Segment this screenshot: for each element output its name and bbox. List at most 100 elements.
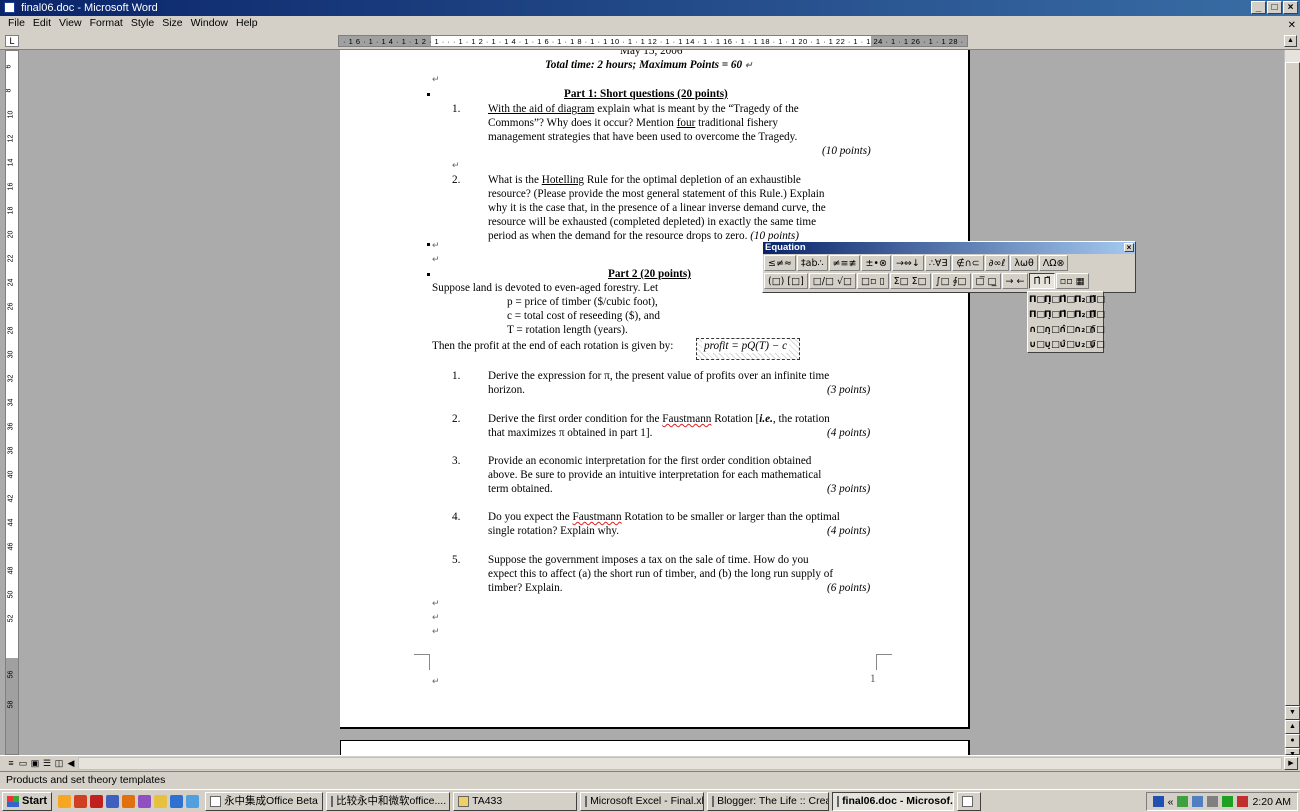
browser-icon[interactable]	[170, 794, 184, 808]
folder-icon[interactable]	[58, 794, 72, 808]
document-page[interactable]: May 15, 2006 Total time: 2 hours; Maximu…	[340, 50, 970, 729]
scroll-up-arrow-icon[interactable]: ▲	[1284, 35, 1297, 47]
union-template-cell[interactable]: ∪□	[1029, 338, 1045, 353]
spaces-ellipses-button[interactable]: ‡ab∴	[796, 255, 828, 271]
reading-view-icon[interactable]: ◫	[54, 758, 64, 769]
tray-expand-icon[interactable]: «	[1168, 796, 1174, 808]
app-icon[interactable]	[122, 794, 136, 808]
tab-stop-selector-icon[interactable]: L	[5, 35, 19, 47]
taskbar-item[interactable]: 永中集成Office Beta	[205, 791, 324, 811]
operator-symbols-button[interactable]: ±•⊗	[861, 255, 891, 271]
clock[interactable]: 2:20 AM	[1252, 796, 1291, 808]
menu-format[interactable]: Format	[87, 16, 128, 32]
vertical-scroll-thumb[interactable]	[1285, 62, 1300, 706]
taskbar-item[interactable]: Blogger: The Life :: Crea...	[707, 791, 830, 811]
web-layout-view-icon[interactable]: ▭	[18, 758, 28, 769]
menu-size[interactable]: Size	[159, 16, 187, 32]
scroll-right-arrow-icon[interactable]: ▶	[1284, 757, 1298, 770]
pen-icon[interactable]	[138, 794, 152, 808]
product-template-cell[interactable]: Π̃□	[1089, 293, 1105, 308]
products-set-templates-button[interactable]: Π̂ Π̃	[1029, 273, 1055, 289]
product-template-cell[interactable]: Π₂□	[1074, 293, 1094, 308]
scroll-down-arrow-icon[interactable]: ▼	[1285, 706, 1300, 720]
volume-icon[interactable]	[1207, 796, 1219, 807]
next-page[interactable]	[340, 740, 970, 755]
app-icon[interactable]	[106, 794, 120, 808]
fraction-radical-templates-button[interactable]: □/□ √□	[808, 273, 856, 289]
product-template-cell[interactable]: Π□	[1029, 293, 1045, 308]
minimize-button[interactable]: _	[1251, 1, 1266, 14]
intersection-template-cell[interactable]: ∩̃□	[1089, 323, 1105, 338]
summation-templates-button[interactable]: Σ□ Σ□	[889, 273, 931, 289]
equation-toolbar[interactable]: Equation × ≤≠≈ ‡ab∴ ≠≡≢ ±•⊗ →⇔↓ ∴∀∃ ∉∩⊂ …	[762, 241, 1136, 293]
language-icon[interactable]	[1152, 796, 1164, 807]
taskbar-item[interactable]: Microsoft Excel - Final.xls	[580, 791, 705, 811]
normal-view-icon[interactable]: ≡	[6, 758, 16, 769]
taskbar-item-active[interactable]: final06.doc - Microsof...	[832, 791, 955, 811]
misc-symbols-button[interactable]: ∂∞ℓ	[984, 255, 1010, 271]
union-template-cell[interactable]: ∪̂□	[1059, 338, 1075, 353]
greek-uppercase-button[interactable]: ΛΩ⊗	[1038, 255, 1069, 271]
horizontal-ruler[interactable]: · 1 6 · 1 · 1 4 · 1 · 1 2 · 1 · · · 1 · …	[338, 35, 968, 47]
menu-view[interactable]: View	[56, 16, 87, 32]
outline-view-icon[interactable]: ☰	[42, 758, 52, 769]
coproduct-template-cell[interactable]: Π̂□	[1059, 308, 1075, 323]
vertical-ruler[interactable]: 6 8 10 12 14 16 18 20 22 24 26 28 30 32 …	[5, 50, 19, 755]
network-icon[interactable]	[1177, 796, 1189, 807]
union-template-cell[interactable]: ∪̣□	[1044, 338, 1060, 353]
previous-page-icon[interactable]: ▲	[1285, 720, 1300, 734]
fence-templates-button[interactable]: (□) [□]	[764, 273, 808, 289]
product-template-cell[interactable]: Π̣□	[1044, 293, 1060, 308]
matrix-templates-button[interactable]: ▫▫ ▦	[1055, 273, 1089, 289]
intersection-template-cell[interactable]: ∩₂□	[1074, 323, 1094, 338]
coproduct-template-cell[interactable]: Π₂□	[1074, 308, 1094, 323]
print-layout-view-icon[interactable]: ▣	[30, 758, 40, 769]
integral-templates-button[interactable]: ∫□ ∮□	[931, 273, 971, 289]
union-template-cell[interactable]: ∪̃□	[1089, 338, 1105, 353]
coproduct-template-cell[interactable]: Π̣□	[1044, 308, 1060, 323]
folder-icon[interactable]	[154, 794, 168, 808]
taskbar-item[interactable]: 比较永中和微软office....	[326, 791, 451, 811]
arrow-symbols-button[interactable]: →⇔↓	[891, 255, 924, 271]
product-template-cell[interactable]: Π̂□	[1059, 293, 1075, 308]
p1-points: (3 points)	[827, 384, 871, 396]
embellishments-button[interactable]: ≠≡≢	[828, 255, 861, 271]
user-icon[interactable]	[1192, 796, 1204, 807]
set-theory-symbols-button[interactable]: ∉∩⊂	[952, 255, 984, 271]
intersection-template-cell[interactable]: ∩̣□	[1044, 323, 1060, 338]
close-button[interactable]: ×	[1283, 1, 1298, 14]
select-browse-object-icon[interactable]: ●	[1285, 734, 1300, 748]
status-icon[interactable]	[1222, 796, 1234, 807]
vertical-scrollbar[interactable]: ▼ ▲ ● ▼	[1284, 50, 1300, 758]
equation-close-button[interactable]: ×	[1124, 243, 1134, 252]
equation-toolbar-title[interactable]: Equation ×	[763, 242, 1135, 254]
horizontal-scrollbar[interactable]	[78, 757, 1282, 770]
bar-templates-button[interactable]: □̅ □̲	[971, 273, 1001, 289]
relational-symbols-button[interactable]: ≤≠≈	[764, 255, 796, 271]
menu-file[interactable]: File	[5, 16, 30, 32]
start-button[interactable]: Start	[2, 791, 53, 811]
app-icon[interactable]	[74, 794, 88, 808]
menu-window[interactable]: Window	[188, 16, 233, 32]
scroll-left-arrow-icon[interactable]: ◀	[66, 758, 76, 769]
menu-style[interactable]: Style	[128, 16, 159, 32]
menu-help[interactable]: Help	[233, 16, 263, 32]
coproduct-template-cell[interactable]: Π□	[1029, 308, 1045, 323]
maximize-button[interactable]: □	[1267, 1, 1282, 14]
logical-symbols-button[interactable]: ∴∀∃	[924, 255, 952, 271]
document-close-icon[interactable]: ✕	[1288, 18, 1296, 33]
subscript-templates-button[interactable]: □▫ ▯	[857, 273, 889, 289]
arrow-templates-button[interactable]: → ←	[1001, 273, 1029, 289]
security-icon[interactable]	[1237, 796, 1249, 807]
intersection-template-cell[interactable]: ∩□	[1029, 323, 1045, 338]
intersection-template-cell[interactable]: ∩̂□	[1059, 323, 1075, 338]
greek-lowercase-button[interactable]: λωθ	[1010, 255, 1038, 271]
taskbar-item[interactable]	[957, 791, 982, 811]
menu-edit[interactable]: Edit	[30, 16, 56, 32]
coproduct-template-cell[interactable]: Π̃□	[1089, 308, 1105, 323]
iml-icon[interactable]	[90, 794, 104, 808]
browser-icon[interactable]	[186, 794, 200, 808]
union-template-cell[interactable]: ∪₂□	[1074, 338, 1094, 353]
next-page-icon[interactable]: ▼	[1285, 748, 1300, 758]
taskbar-item[interactable]: TA433	[453, 791, 578, 811]
